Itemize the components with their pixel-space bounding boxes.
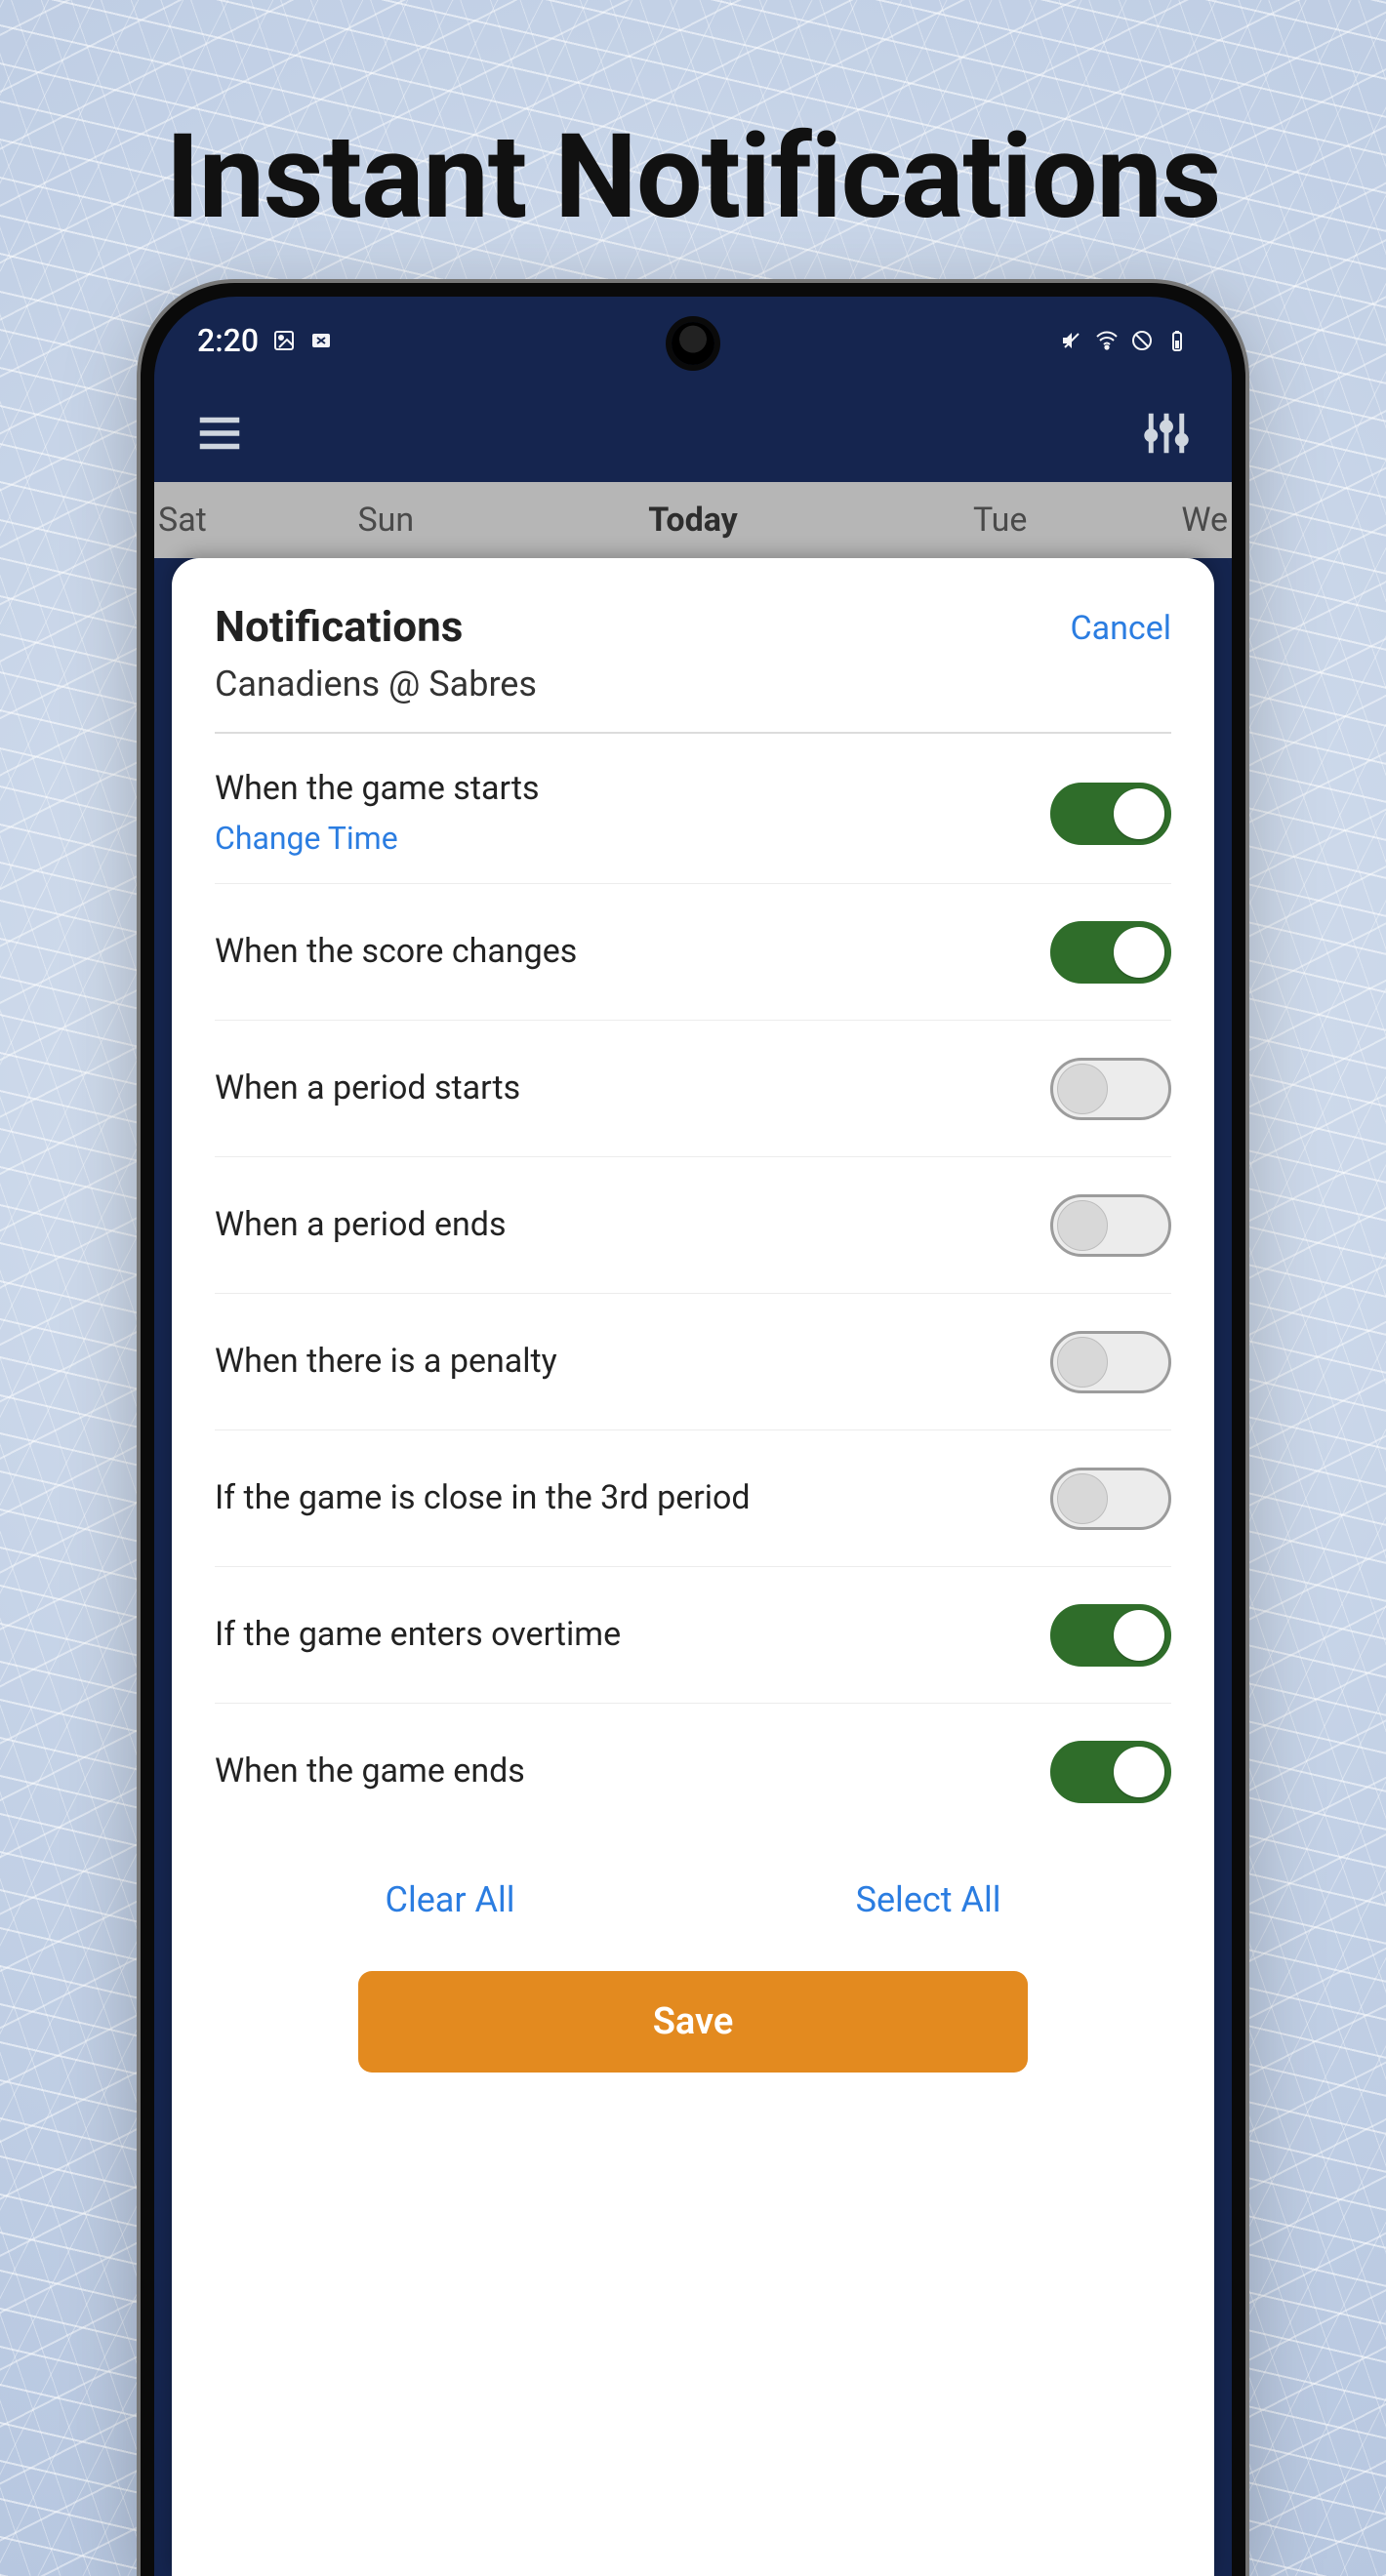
option-row: When a period ends bbox=[215, 1157, 1171, 1294]
day-tab-tue[interactable]: Tue bbox=[846, 501, 1154, 540]
option-label: When the game ends bbox=[215, 1750, 525, 1794]
save-button[interactable]: Save bbox=[358, 1971, 1028, 2073]
notifications-sheet: Notifications Canadiens @ Sabres Cancel … bbox=[172, 558, 1214, 2576]
toggle-knob bbox=[1057, 1064, 1108, 1114]
option-toggle[interactable] bbox=[1050, 1741, 1171, 1803]
option-label: If the game enters overtime bbox=[215, 1613, 621, 1658]
hamburger-menu-icon[interactable] bbox=[193, 407, 246, 460]
option-row: If the game is close in the 3rd period bbox=[215, 1430, 1171, 1567]
sheet-subtitle: Canadiens @ Sabres bbox=[215, 664, 537, 704]
option-toggle[interactable] bbox=[1050, 1331, 1171, 1393]
cancel-button[interactable]: Cancel bbox=[1071, 609, 1172, 648]
option-toggle[interactable] bbox=[1050, 1058, 1171, 1120]
mute-icon bbox=[1060, 329, 1083, 352]
day-tabs: SatSunTodayTueWe bbox=[154, 482, 1232, 558]
day-tab-sun[interactable]: Sun bbox=[232, 501, 540, 540]
options-list: When the game startsChange Time When the … bbox=[215, 744, 1171, 1840]
option-label: When there is a penalty bbox=[215, 1340, 557, 1385]
toggle-knob bbox=[1114, 1747, 1164, 1797]
card-close-icon bbox=[309, 329, 333, 352]
do-not-disturb-icon bbox=[1130, 329, 1154, 352]
option-row: When there is a penalty bbox=[215, 1294, 1171, 1430]
option-row: When a period starts bbox=[215, 1021, 1171, 1157]
toggle-knob bbox=[1114, 788, 1164, 839]
option-toggle[interactable] bbox=[1050, 783, 1171, 845]
wifi-icon bbox=[1095, 329, 1119, 352]
option-toggle[interactable] bbox=[1050, 1194, 1171, 1257]
option-row: When the game ends bbox=[215, 1704, 1171, 1840]
status-time: 2:20 bbox=[197, 322, 259, 359]
option-row: When the score changes bbox=[215, 884, 1171, 1021]
day-tab-sat[interactable]: Sat bbox=[154, 501, 232, 540]
toggle-knob bbox=[1114, 927, 1164, 978]
option-row: If the game enters overtime bbox=[215, 1567, 1171, 1704]
toggle-knob bbox=[1057, 1473, 1108, 1524]
divider bbox=[215, 732, 1171, 734]
option-row: When the game startsChange Time bbox=[215, 744, 1171, 884]
clear-all-button[interactable]: Clear All bbox=[366, 1868, 535, 1932]
change-time-link[interactable]: Change Time bbox=[215, 818, 540, 860]
option-label: When the game startsChange Time bbox=[215, 767, 540, 860]
app-header bbox=[154, 384, 1232, 482]
promo-headline: Instant Notifications bbox=[0, 109, 1386, 246]
image-icon bbox=[272, 329, 296, 352]
option-label: When a period ends bbox=[215, 1203, 507, 1248]
option-toggle[interactable] bbox=[1050, 921, 1171, 984]
option-label: When the score changes bbox=[215, 930, 577, 975]
toggle-knob bbox=[1057, 1200, 1108, 1251]
option-label: When a period starts bbox=[215, 1067, 520, 1111]
toggle-knob bbox=[1114, 1610, 1164, 1661]
day-tab-today[interactable]: Today bbox=[540, 501, 847, 540]
status-bar: 2:20 bbox=[154, 297, 1232, 384]
settings-sliders-icon[interactable] bbox=[1140, 407, 1193, 460]
option-toggle[interactable] bbox=[1050, 1604, 1171, 1667]
option-toggle[interactable] bbox=[1050, 1468, 1171, 1530]
sheet-title: Notifications bbox=[215, 601, 537, 652]
day-tab-we[interactable]: We bbox=[1154, 501, 1232, 540]
phone-screen: 2:20 bbox=[154, 297, 1232, 2576]
toggle-knob bbox=[1057, 1337, 1108, 1388]
select-all-button[interactable]: Select All bbox=[836, 1868, 1021, 1932]
phone-mockup: 2:20 bbox=[141, 283, 1245, 2576]
battery-icon bbox=[1165, 329, 1189, 352]
option-label: If the game is close in the 3rd period bbox=[215, 1476, 751, 1521]
